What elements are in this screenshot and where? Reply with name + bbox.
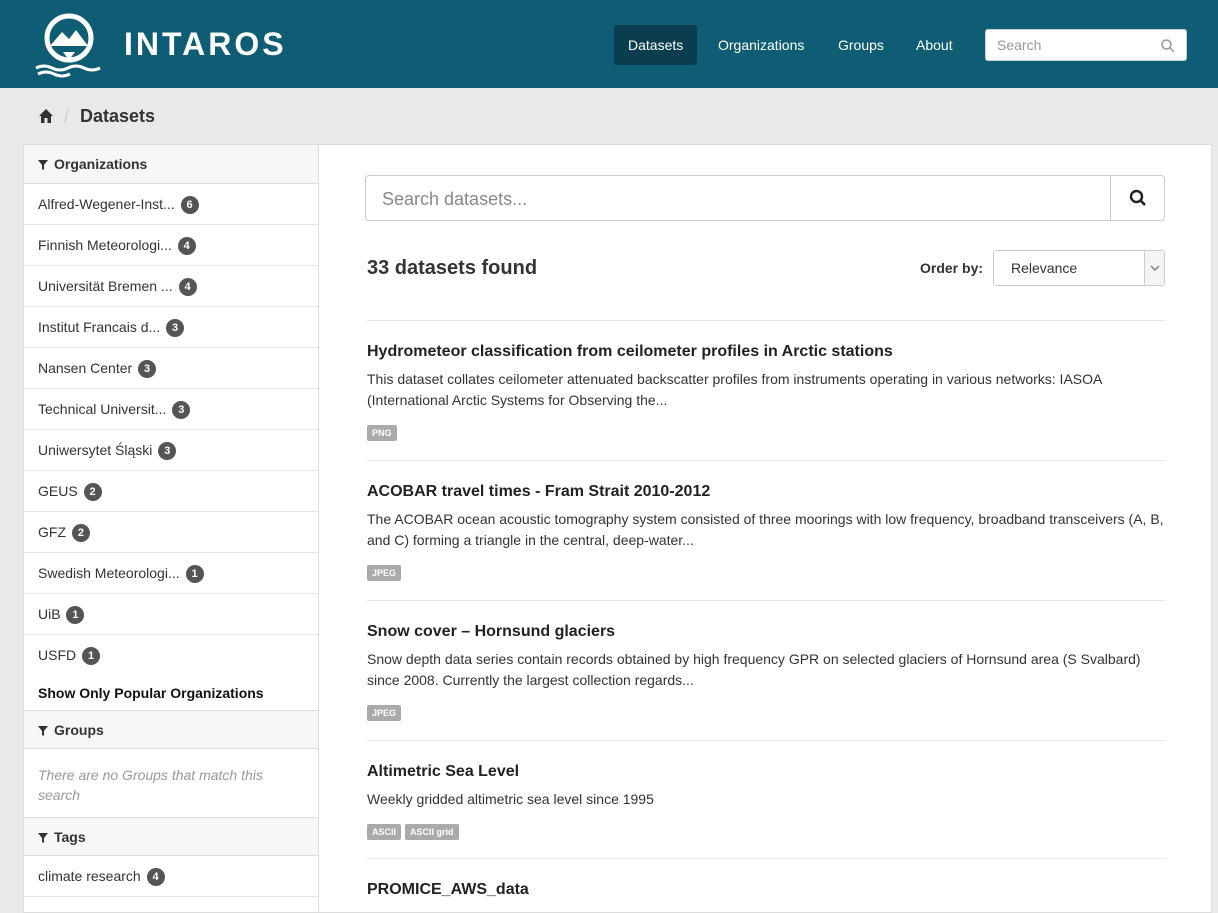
facet-item-organization[interactable]: Technical Universit... 3 <box>24 389 318 430</box>
groups-facet-title: Groups <box>54 722 104 738</box>
dataset-item: PROMICE_AWS_data <box>367 858 1165 912</box>
facet-sidebar: Organizations Alfred-Wegener-Inst... 6 F… <box>23 144 319 913</box>
facet-item-label: UiB <box>38 606 61 622</box>
facet-item-organization[interactable]: Institut Francais d... 3 <box>24 307 318 348</box>
facet-item-label: Finnish Meteorologi... <box>38 237 172 253</box>
dataset-item: Altimetric Sea Level Weekly gridded alti… <box>367 740 1165 858</box>
facet-item-label: Alfred-Wegener-Inst... <box>38 196 175 212</box>
brand-name[interactable]: INTAROS <box>124 26 287 63</box>
nav-organizations[interactable]: Organizations <box>704 25 818 65</box>
format-badge[interactable]: JPEG <box>367 705 402 721</box>
facet-item-organization[interactable]: Uniwersytet Śląski 3 <box>24 430 318 471</box>
count-badge: 3 <box>166 319 185 337</box>
facet-item-organization[interactable]: GEUS 2 <box>24 471 318 512</box>
dataset-formats: ASCII ASCII grid <box>367 822 463 840</box>
dataset-title-link[interactable]: Snow cover – Hornsund glaciers <box>367 623 615 641</box>
facet-item-organization[interactable]: Finnish Meteorologi... 4 <box>24 225 318 266</box>
search-icon <box>1129 189 1146 206</box>
format-badge[interactable]: ASCII grid <box>405 824 459 840</box>
format-badge[interactable]: ASCII <box>367 824 402 840</box>
facet-item-label: Uniwersytet Śląski <box>38 442 153 458</box>
facet-item-organization[interactable]: Universität Bremen ... 4 <box>24 266 318 307</box>
dataset-description: This dataset collates ceilometer attenua… <box>367 371 1102 408</box>
count-badge: 4 <box>146 868 165 886</box>
order-by-select[interactable]: Relevance <box>993 250 1165 286</box>
show-popular-organizations-link[interactable]: Show Only Popular Organizations <box>24 676 318 710</box>
organizations-facet-title: Organizations <box>54 156 148 172</box>
facet-item-organization[interactable]: USFD 1 <box>24 635 318 676</box>
nav-groups[interactable]: Groups <box>824 25 898 65</box>
order-by-value: Relevance <box>1011 260 1078 276</box>
count-badge: 6 <box>180 196 199 214</box>
count-badge: 3 <box>172 401 191 419</box>
facet-item-label: Universität Bremen ... <box>38 278 173 294</box>
dataset-search-button[interactable] <box>1110 176 1164 220</box>
dataset-description: The ACOBAR ocean acoustic tomography sys… <box>367 511 1164 548</box>
facet-item-organization[interactable]: Swedish Meteorologi... 1 <box>24 553 318 594</box>
tags-facet-heading: Tags <box>24 817 318 856</box>
dataset-results-panel: Search datasets... 33 datasets found Ord… <box>319 144 1212 913</box>
tags-facet-title: Tags <box>54 829 86 845</box>
filter-icon <box>38 160 48 170</box>
breadcrumb-separator: / <box>64 106 70 126</box>
count-badge: 4 <box>177 237 196 255</box>
dataset-item: Snow cover – Hornsund glaciers Snow dept… <box>367 600 1165 740</box>
facet-item-label: Nansen Center <box>38 360 133 376</box>
dataset-description: Snow depth data series contain records o… <box>367 651 1141 688</box>
facet-item-organization[interactable]: UiB 1 <box>24 594 318 635</box>
dataset-formats: JPEG <box>367 563 405 581</box>
dataset-description: Weekly gridded altimetric sea level sinc… <box>367 791 654 807</box>
count-badge: 4 <box>178 278 197 296</box>
count-badge: 1 <box>82 647 101 665</box>
count-badge: 1 <box>66 606 85 624</box>
facet-item-label: GFZ <box>38 524 66 540</box>
chevron-down-icon[interactable] <box>1144 251 1164 285</box>
dataset-search-input[interactable]: Search datasets... <box>365 175 1165 221</box>
facet-item-organization[interactable]: Nansen Center 3 <box>24 348 318 389</box>
dataset-title-link[interactable]: Hydrometeor classification from ceilomet… <box>367 343 893 361</box>
facet-item-organization[interactable]: GFZ 2 <box>24 512 318 553</box>
organizations-facet-list: Alfred-Wegener-Inst... 6 Finnish Meteoro… <box>24 184 318 676</box>
dataset-formats: PNG <box>367 423 401 441</box>
facet-item-label: GEUS <box>38 483 78 499</box>
dataset-title-link[interactable]: PROMICE_AWS_data <box>367 881 529 899</box>
filter-icon <box>38 726 48 736</box>
dataset-formats: JPEG <box>367 703 405 721</box>
order-by-label: Order by: <box>920 260 984 276</box>
results-count: 33 datasets found <box>367 257 538 279</box>
facet-item-organization[interactable]: Alfred-Wegener-Inst... 6 <box>24 184 318 225</box>
count-badge: 2 <box>83 483 102 501</box>
filter-icon <box>38 833 48 843</box>
facet-item-label: Swedish Meteorologi... <box>38 565 180 581</box>
facet-item-tag[interactable]: climate research 4 <box>24 856 318 897</box>
count-badge: 2 <box>71 524 90 542</box>
count-badge: 1 <box>185 565 204 583</box>
count-badge: 3 <box>158 442 177 460</box>
intaros-logo-icon[interactable] <box>34 12 104 78</box>
groups-empty-message: There are no Groups that match this sear… <box>38 767 263 803</box>
facet-item-label: Technical Universit... <box>38 401 167 417</box>
dataset-item: ACOBAR travel times - Fram Strait 2010-2… <box>367 460 1165 600</box>
home-icon[interactable] <box>38 108 54 124</box>
header-search-input[interactable]: Search <box>985 29 1187 61</box>
facet-item-label: Institut Francais d... <box>38 319 161 335</box>
nav-datasets[interactable]: Datasets <box>614 25 698 65</box>
format-badge[interactable]: JPEG <box>367 565 402 581</box>
nav-about[interactable]: About <box>902 25 967 65</box>
groups-facet-heading: Groups <box>24 710 318 749</box>
dataset-title-link[interactable]: Altimetric Sea Level <box>367 763 519 781</box>
dataset-search-placeholder: Search datasets... <box>382 189 528 209</box>
breadcrumb-current[interactable]: Datasets <box>80 106 155 127</box>
count-badge: 3 <box>138 360 157 378</box>
search-icon[interactable] <box>1160 38 1176 54</box>
dataset-item: Hydrometeor classification from ceilomet… <box>367 320 1165 460</box>
header-search-placeholder: Search <box>997 37 1042 53</box>
dataset-title-link[interactable]: ACOBAR travel times - Fram Strait 2010-2… <box>367 483 710 501</box>
organizations-facet-heading: Organizations <box>24 145 318 184</box>
top-navbar: INTAROS Datasets Organizations Groups Ab… <box>0 0 1218 88</box>
format-badge[interactable]: PNG <box>367 425 397 441</box>
facet-item-label: climate research <box>38 868 141 884</box>
facet-item-label: USFD <box>38 647 77 663</box>
